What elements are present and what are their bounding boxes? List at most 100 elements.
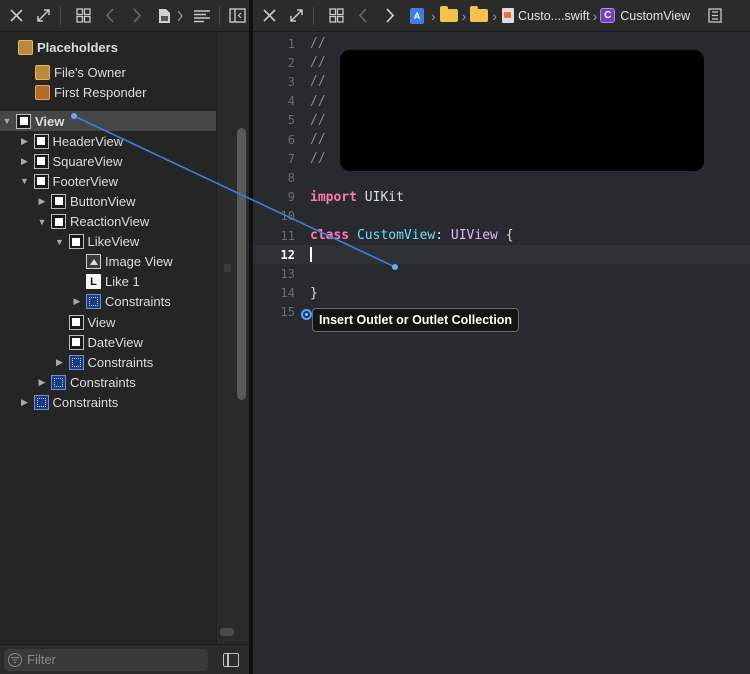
filter-icon (8, 652, 22, 667)
toolbar-separator (219, 6, 220, 25)
view-icon (33, 133, 49, 149)
document-icon[interactable] (153, 5, 175, 27)
outline-item-view[interactable]: ▼ View (0, 111, 216, 131)
line-number: 14 (280, 286, 295, 301)
code-line[interactable]: 10 (253, 207, 750, 226)
close-icon[interactable] (258, 5, 280, 27)
disclosure-collapsed-icon[interactable]: ▶ (55, 357, 65, 367)
line-number: 6 (287, 132, 295, 147)
code-token: UIView (450, 228, 498, 243)
disclosure-collapsed-icon[interactable]: ▶ (20, 156, 30, 166)
disclosure-collapsed-icon[interactable]: ▶ (20, 397, 30, 407)
close-icon[interactable] (5, 5, 27, 27)
outline-item-files-owner[interactable]: File's Owner (0, 62, 216, 82)
outline-item-image-view[interactable]: Image View (0, 252, 216, 272)
outline-item-footerview[interactable]: ▼ FooterView (0, 171, 216, 191)
filter-input[interactable]: Filter (4, 648, 208, 671)
disclosure-collapsed-icon[interactable]: ▶ (72, 296, 82, 307)
outline-item-squareview[interactable]: ▶ SquareView (0, 151, 216, 171)
outline-item-dateview[interactable]: DateView (0, 332, 216, 352)
disclosure-placeholder (55, 337, 65, 347)
grid-icon[interactable] (72, 5, 94, 27)
breadcrumb-symbol[interactable]: C CustomView (600, 8, 690, 23)
back-arrow-icon[interactable] (99, 5, 121, 27)
view-icon (33, 173, 49, 189)
code-token: // (310, 151, 326, 167)
outline-item-label: SquareView (52, 153, 123, 169)
disclosure-collapsed-icon[interactable]: ▶ (37, 377, 47, 387)
outline-item-reactionview[interactable]: ▼ ReactionView (0, 212, 216, 232)
filter-bar: Filter (0, 644, 249, 674)
disclosure-expanded-icon[interactable]: ▼ (2, 116, 12, 126)
code-text: // (310, 55, 326, 70)
disclosure-collapsed-icon[interactable]: ▶ (37, 196, 47, 206)
view-icon (51, 193, 66, 209)
outline-item-view[interactable]: View (0, 312, 216, 332)
code-token: : (435, 228, 444, 243)
code-token: class (310, 228, 350, 243)
folder-icon[interactable] (439, 6, 458, 22)
code-token: // (310, 74, 326, 90)
project-icon[interactable]: A (406, 5, 428, 27)
disclosure-expanded-icon[interactable]: ▼ (55, 237, 65, 247)
folder-icon[interactable] (470, 6, 489, 22)
adjust-editor-icon[interactable] (704, 5, 726, 27)
code-line[interactable]: 14} (253, 284, 750, 303)
sidebar-toggle-icon[interactable] (226, 5, 248, 27)
forward-arrow-icon[interactable] (126, 5, 148, 27)
outline-item-constraints[interactable]: ▶ Constraints (0, 392, 216, 412)
outline-placeholders-header[interactable]: Placeholders (0, 37, 216, 57)
code-token: UIKit (364, 189, 404, 205)
code-editor[interactable]: 1 // 2 // 3 // 4 // 5 // 6 // 7 // 8 9 import UIKit 10 11 c… (253, 32, 750, 674)
outline-item-likeview[interactable]: ▼ LikeView (0, 232, 216, 252)
outline-scrollbar-thumb[interactable] (237, 128, 246, 400)
breadcrumb-symbol-label: CustomView (620, 8, 691, 23)
code-text: import UIKit (310, 190, 404, 205)
outline-item-label: View (35, 113, 65, 129)
expand-arrows-icon[interactable] (285, 5, 307, 27)
disclosure-placeholder (55, 317, 65, 327)
code-token: // (310, 93, 326, 109)
line-number: 13 (280, 266, 295, 281)
line-number: 10 (280, 209, 295, 224)
outline-item-buttonview[interactable]: ▶ ButtonView (0, 191, 216, 211)
outline-item-label: Constraints (105, 294, 171, 310)
expand-arrows-icon[interactable] (32, 5, 54, 27)
chevron-right-icon: › (492, 7, 498, 24)
outline-item-label: ReactionView (70, 214, 150, 229)
code-line[interactable]: 13 (253, 264, 750, 283)
outline-item-label: Like 1 (105, 274, 140, 290)
outline-item-constraints[interactable]: ▶ Constraints (0, 352, 216, 372)
swift-file-icon (502, 8, 515, 23)
disclosure-expanded-icon[interactable]: ▼ (37, 217, 47, 227)
code-token: // (310, 112, 326, 128)
outline-item-label: Constraints (70, 374, 136, 390)
line-number: 11 (280, 228, 295, 243)
disclosure-collapsed-icon[interactable]: ▶ (20, 136, 30, 146)
outline-item-constraints[interactable]: ▶ Constraints (0, 292, 216, 312)
code-line[interactable]: 9 import UIKit (253, 188, 750, 207)
disclosure-expanded-icon[interactable]: ▼ (20, 176, 30, 186)
show-inspector-icon[interactable] (223, 652, 239, 667)
code-line[interactable]: 11 class CustomView: UIView { (253, 226, 750, 245)
back-arrow-icon[interactable] (352, 5, 374, 27)
list-lines-icon[interactable] (191, 5, 213, 27)
disclosure-placeholder (72, 277, 82, 287)
outline-item-headerview[interactable]: ▶ HeaderView (0, 131, 216, 151)
line-number: 7 (287, 151, 295, 166)
line-number: 5 (287, 113, 295, 128)
outline-item-like-1[interactable]: L Like 1 (0, 272, 216, 292)
code-line[interactable]: 8 (253, 168, 750, 187)
outline-item-constraints[interactable]: ▶ Constraints (0, 372, 216, 392)
outline-item-first-responder[interactable]: First Responder (0, 82, 216, 102)
horizontal-scroll-thumb[interactable] (220, 628, 234, 636)
forward-arrow-icon[interactable] (379, 5, 401, 27)
grid-icon[interactable] (325, 5, 347, 27)
code-line[interactable]: 12 (253, 245, 750, 265)
code-text: // (310, 94, 326, 109)
breadcrumb-file[interactable]: Custo....swift (502, 8, 590, 23)
outline-item-label: HeaderView (52, 133, 124, 149)
outline-item-label: First Responder (54, 84, 147, 100)
constraints-icon (33, 394, 49, 410)
